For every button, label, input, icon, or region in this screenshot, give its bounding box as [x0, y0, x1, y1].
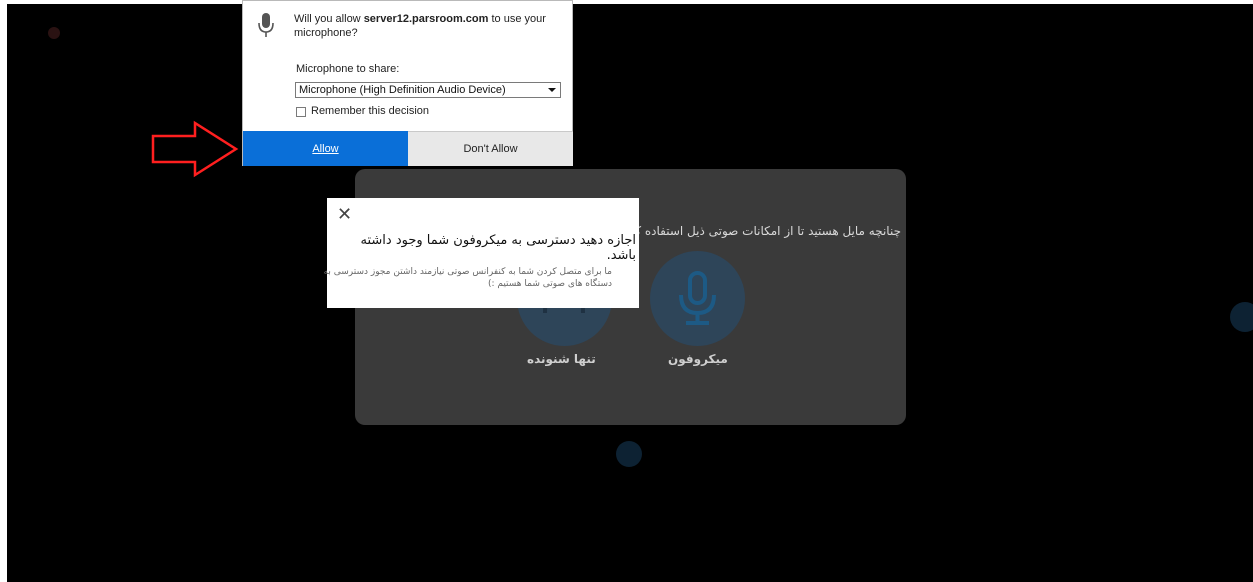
selected-device: Microphone (High Definition Audio Device… — [299, 84, 506, 96]
listen-only-label: تنها شنونده — [527, 352, 596, 366]
dimmed-status-dot — [48, 27, 60, 39]
permission-question: Will you allow server12.parsroom.com to … — [294, 12, 564, 40]
chevron-down-icon — [548, 88, 556, 92]
requesting-domain: server12.parsroom.com — [363, 13, 489, 25]
tip-body: ما برای متصل کردن شما به کنفرانس صوتی نی… — [323, 267, 612, 289]
microphone-permission-popup: Will you allow server12.parsroom.com to … — [242, 0, 573, 166]
microphone-button[interactable] — [650, 251, 745, 346]
conference-page: چنانچه مایل هستید تا از امکانات صوتی ذیل… — [0, 0, 1253, 582]
microphone-access-tip: ✕ اجازه دهید دسترسی به میکروفون شما وجود… — [324, 198, 639, 308]
tip-title: اجازه دهید دسترسی به میکروفون شما وجود د… — [360, 233, 636, 263]
remember-decision-checkbox[interactable] — [296, 107, 306, 117]
allow-button[interactable]: Allow — [243, 131, 408, 166]
red-arrow-annotation — [151, 120, 239, 178]
window-top-edge — [0, 0, 1253, 4]
microphone-icon — [679, 271, 716, 325]
microphone-icon — [258, 13, 274, 37]
microphone-share-label: Microphone to share: — [296, 63, 400, 75]
microphone-device-select[interactable]: Microphone (High Definition Audio Device… — [295, 82, 561, 98]
dont-allow-button[interactable]: Don't Allow — [408, 131, 573, 166]
dimmed-bottom-icon — [616, 441, 642, 467]
window-left-edge — [0, 0, 7, 582]
dimmed-side-button[interactable] — [1230, 302, 1253, 332]
microphone-label: میکروفون — [668, 352, 728, 366]
audio-prompt-text: چنانچه مایل هستید تا از امکانات صوتی ذیل… — [621, 224, 901, 238]
question-prefix: Will you allow — [294, 13, 364, 25]
close-icon[interactable]: ✕ — [337, 204, 352, 225]
remember-decision-label[interactable]: Remember this decision — [311, 105, 429, 117]
